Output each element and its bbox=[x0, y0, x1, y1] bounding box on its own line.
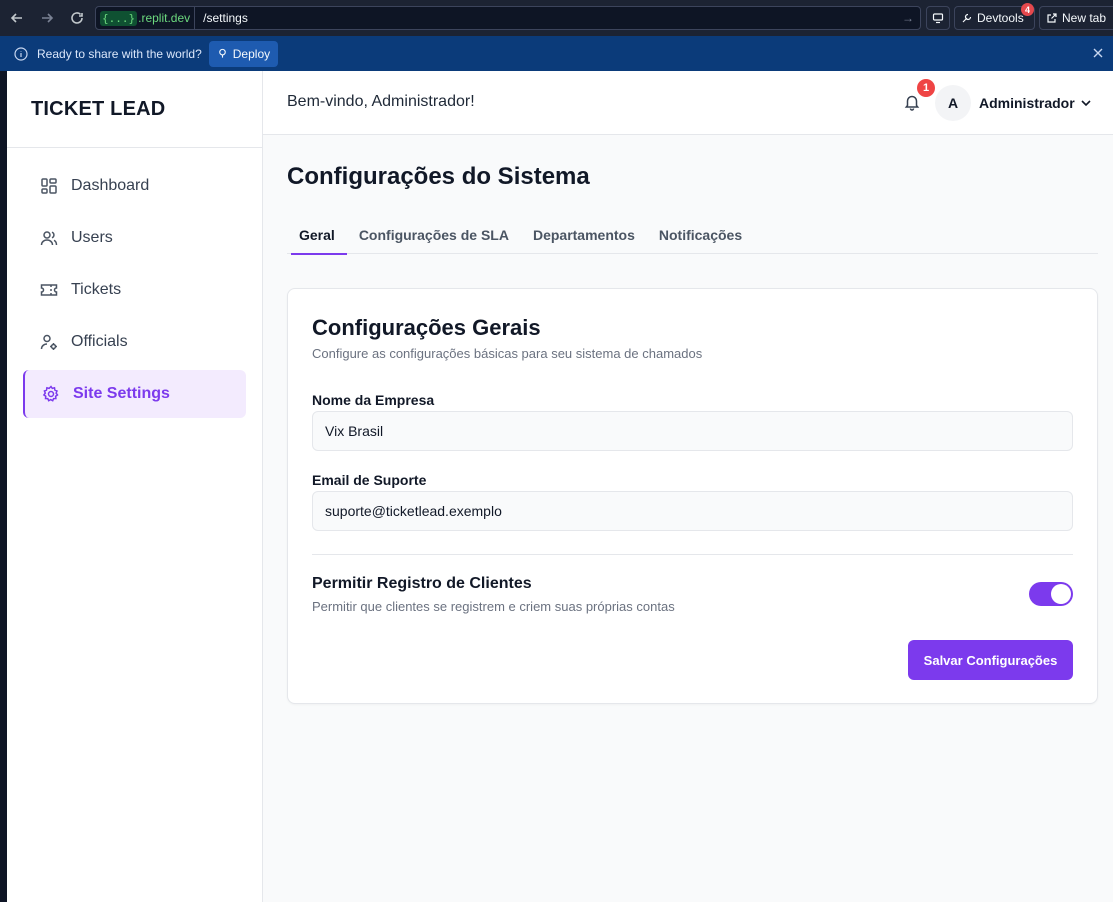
url-go-icon[interactable]: → bbox=[902, 11, 914, 25]
users-icon bbox=[40, 231, 58, 246]
deploy-icon bbox=[218, 48, 226, 58]
client-registration-title: Permitir Registro de Clientes bbox=[312, 575, 532, 592]
new-tab-button[interactable]: New tab bbox=[1039, 6, 1113, 30]
divider bbox=[312, 554, 1073, 555]
info-icon bbox=[14, 46, 28, 61]
tab-departamentos[interactable]: Departamentos bbox=[521, 225, 647, 254]
sidebar-item-tickets[interactable]: Tickets bbox=[23, 266, 246, 314]
top-header: Bem-vindo, Administrador! 1 A Administra… bbox=[263, 71, 1113, 135]
monitor-icon bbox=[932, 13, 944, 24]
bell-icon[interactable] bbox=[903, 93, 921, 111]
app-window: TICKET LEAD Dashboard Users Tickets Offi… bbox=[7, 71, 1113, 902]
new-tab-label: New tab bbox=[1062, 11, 1107, 25]
url-brace: {...} bbox=[100, 10, 138, 26]
url-bar[interactable]: {...} .replit.dev /settings → bbox=[95, 6, 921, 30]
devtools-label: Devtools bbox=[977, 11, 1024, 25]
general-settings-card: Configurações Gerais Configure as config… bbox=[287, 288, 1098, 704]
page-title: Configurações do Sistema bbox=[287, 163, 590, 190]
device-preview-button[interactable] bbox=[926, 6, 950, 30]
wrench-icon bbox=[962, 13, 972, 23]
devtools-badge: 4 bbox=[1021, 3, 1034, 16]
back-icon[interactable] bbox=[4, 5, 30, 31]
save-settings-button[interactable]: Salvar Configurações bbox=[908, 640, 1073, 680]
gear-icon bbox=[42, 385, 59, 402]
external-link-icon bbox=[1047, 13, 1057, 23]
sidebar-item-label: Tickets bbox=[71, 281, 122, 298]
tab-sla[interactable]: Configurações de SLA bbox=[347, 225, 521, 254]
chevron-down-icon[interactable] bbox=[1079, 96, 1093, 110]
support-email-label: Email de Suporte bbox=[312, 472, 427, 488]
sidebar-item-officials[interactable]: Officials bbox=[23, 318, 246, 366]
client-registration-toggle[interactable] bbox=[1029, 582, 1073, 606]
card-title: Configurações Gerais bbox=[312, 315, 541, 340]
avatar[interactable]: A bbox=[935, 85, 971, 121]
url-host: .replit.dev bbox=[138, 11, 191, 25]
sidebar-item-label: Dashboard bbox=[71, 177, 150, 194]
company-name-label: Nome da Empresa bbox=[312, 392, 435, 408]
tab-notificacoes[interactable]: Notificações bbox=[647, 225, 754, 254]
card-description: Configure as configurações básicas para … bbox=[312, 346, 703, 361]
brand-logo[interactable]: TICKET LEAD bbox=[7, 71, 262, 148]
sidebar-item-label: Officials bbox=[71, 333, 128, 350]
toggle-knob bbox=[1051, 584, 1071, 604]
deploy-banner: Ready to share with the world? Deploy bbox=[0, 36, 1113, 71]
user-gear-icon bbox=[40, 334, 57, 350]
sidebar-nav: Dashboard Users Tickets Officials Site S… bbox=[7, 148, 262, 418]
user-name[interactable]: Administrador bbox=[979, 95, 1075, 111]
browser-toolbar: {...} .replit.dev /settings → Devtools 4… bbox=[0, 0, 1113, 36]
forward-icon[interactable] bbox=[34, 5, 60, 31]
sidebar: TICKET LEAD Dashboard Users Tickets Offi… bbox=[7, 71, 263, 902]
url-path: /settings bbox=[203, 11, 248, 25]
sidebar-item-label: Users bbox=[71, 229, 113, 246]
deploy-label: Deploy bbox=[232, 46, 271, 61]
url-domain: {...} .replit.dev bbox=[96, 7, 196, 29]
main-content: Configurações do Sistema Geral Configura… bbox=[263, 135, 1113, 902]
deploy-button[interactable]: Deploy bbox=[208, 40, 279, 67]
ticket-icon bbox=[40, 284, 58, 296]
welcome-text: Bem-vindo, Administrador! bbox=[287, 93, 475, 110]
sidebar-item-label: Site Settings bbox=[73, 385, 170, 402]
sidebar-item-users[interactable]: Users bbox=[23, 214, 246, 262]
notification-badge: 1 bbox=[917, 79, 935, 97]
sidebar-item-site-settings[interactable]: Site Settings bbox=[23, 370, 246, 418]
support-email-input[interactable] bbox=[312, 491, 1073, 531]
dashboard-icon bbox=[41, 178, 57, 194]
company-name-input[interactable] bbox=[312, 411, 1073, 451]
banner-text: Ready to share with the world? bbox=[37, 46, 202, 61]
sidebar-item-dashboard[interactable]: Dashboard bbox=[23, 162, 246, 210]
client-registration-description: Permitir que clientes se registrem e cri… bbox=[312, 599, 675, 614]
reload-icon[interactable] bbox=[64, 5, 90, 31]
settings-tabs: Geral Configurações de SLA Departamentos… bbox=[287, 225, 1098, 255]
devtools-button[interactable]: Devtools 4 bbox=[954, 3, 1035, 30]
close-icon[interactable] bbox=[1091, 46, 1105, 60]
tab-geral[interactable]: Geral bbox=[287, 225, 347, 255]
